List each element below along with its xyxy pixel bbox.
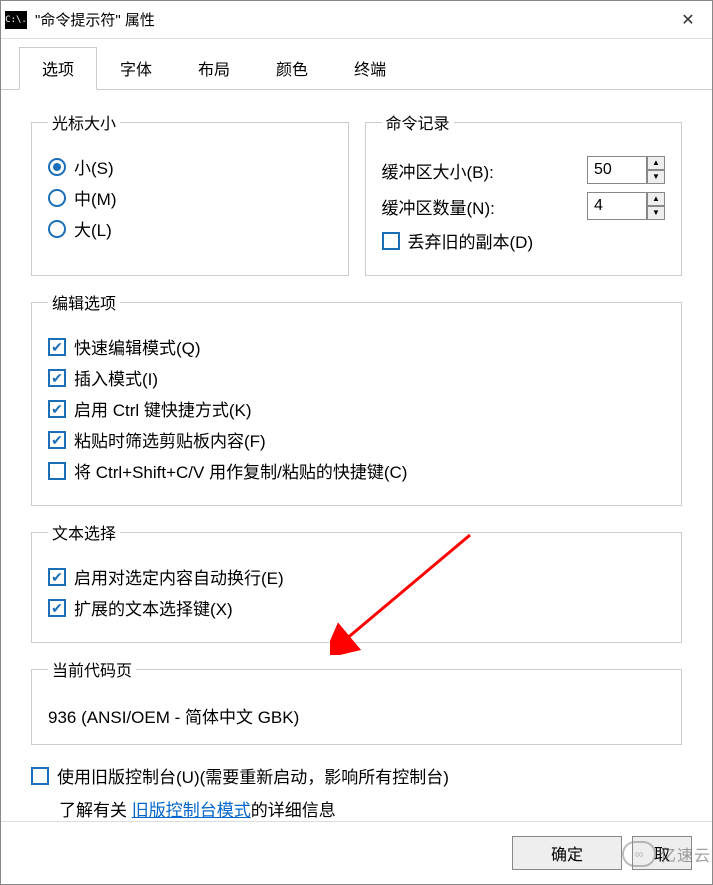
buffer-size-label: 缓冲区大小(B): [382,158,494,183]
ctrl-shift-cv-label: 将 Ctrl+Shift+C/V 用作复制/粘贴的快捷键(C) [74,458,407,483]
edit-options-group: 编辑选项 快速编辑模式(Q) 插入模式(I) 启用 Ctrl 键快捷方式(K) … [31,290,682,506]
discard-old-checkbox[interactable] [382,232,400,250]
extended-select-label: 扩展的文本选择键(X) [74,595,233,620]
wrap-selection-label: 启用对选定内容自动换行(E) [74,564,284,589]
legacy-console-checkbox[interactable] [31,767,49,785]
buffer-count-down[interactable]: ▼ [647,206,665,220]
ok-button[interactable]: 确定 [512,836,622,870]
watermark-icon: ∞ [622,841,656,867]
command-history-group: 命令记录 缓冲区大小(B): ▲ ▼ 缓冲区数量(N): [365,110,683,276]
tab-colors[interactable]: 颜色 [253,47,331,89]
tab-terminal[interactable]: 终端 [331,47,409,89]
properties-dialog: "命令提示符" 属性 ✕ 选项 字体 布局 颜色 终端 光标大小 小(S) 中(… [0,0,713,885]
titlebar: "命令提示符" 属性 ✕ [1,1,712,39]
cursor-small-label: 小(S) [74,154,114,179]
quick-edit-label: 快速编辑模式(Q) [74,334,201,359]
dialog-buttons: 确定 取 [1,821,712,884]
ctrl-shortcuts-checkbox[interactable] [48,400,66,418]
quick-edit-checkbox[interactable] [48,338,66,356]
tab-options[interactable]: 选项 [19,47,97,90]
watermark-text: 亿速云 [660,842,711,866]
tab-font[interactable]: 字体 [97,47,175,89]
tab-strip: 选项 字体 布局 颜色 终端 [1,39,712,90]
edit-legend: 编辑选项 [48,290,120,314]
cursor-size-legend: 光标大小 [48,110,120,134]
filter-paste-checkbox[interactable] [48,431,66,449]
cmd-icon [5,11,27,29]
legacy-learn-line: 了解有关 旧版控制台模式的详细信息 [59,796,682,821]
buffer-size-input[interactable] [587,156,647,184]
ctrl-shift-cv-checkbox[interactable] [48,462,66,480]
cursor-medium-radio[interactable] [48,189,66,207]
buffer-size-down[interactable]: ▼ [647,170,665,184]
codepage-group: 当前代码页 936 (ANSI/OEM - 简体中文 GBK) [31,657,682,745]
insert-mode-label: 插入模式(I) [74,365,158,390]
text-selection-group: 文本选择 启用对选定内容自动换行(E) 扩展的文本选择键(X) [31,520,682,643]
extended-select-checkbox[interactable] [48,599,66,617]
filter-paste-label: 粘贴时筛选剪贴板内容(F) [74,427,266,452]
buffer-count-up[interactable]: ▲ [647,192,665,206]
ctrl-shortcuts-label: 启用 Ctrl 键快捷方式(K) [74,396,252,421]
legacy-console-label: 使用旧版控制台(U)(需要重新启动，影响所有控制台) [57,763,449,788]
tab-layout[interactable]: 布局 [175,47,253,89]
buffer-count-input[interactable] [587,192,647,220]
watermark: ∞ 亿速云 [622,841,711,867]
history-legend: 命令记录 [382,110,454,134]
buffer-size-up[interactable]: ▲ [647,156,665,170]
codepage-legend: 当前代码页 [48,657,136,681]
cursor-large-label: 大(L) [74,216,112,241]
codepage-value: 936 (ANSI/OEM - 简体中文 GBK) [48,703,665,728]
cursor-small-radio[interactable] [48,158,66,176]
legacy-mode-link[interactable]: 旧版控制台模式 [132,801,251,820]
wrap-selection-checkbox[interactable] [48,568,66,586]
window-title: "命令提示符" 属性 [35,9,668,30]
cursor-medium-label: 中(M) [74,185,116,210]
textsel-legend: 文本选择 [48,520,120,544]
tab-content: 光标大小 小(S) 中(M) 大(L) 命令记录 缓冲区大小(B): [1,90,712,821]
buffer-count-label: 缓冲区数量(N): [382,194,495,219]
discard-old-label: 丢弃旧的副本(D) [408,228,534,253]
insert-mode-checkbox[interactable] [48,369,66,387]
cursor-large-radio[interactable] [48,220,66,238]
cursor-size-group: 光标大小 小(S) 中(M) 大(L) [31,110,349,276]
close-button[interactable]: ✕ [668,1,708,39]
